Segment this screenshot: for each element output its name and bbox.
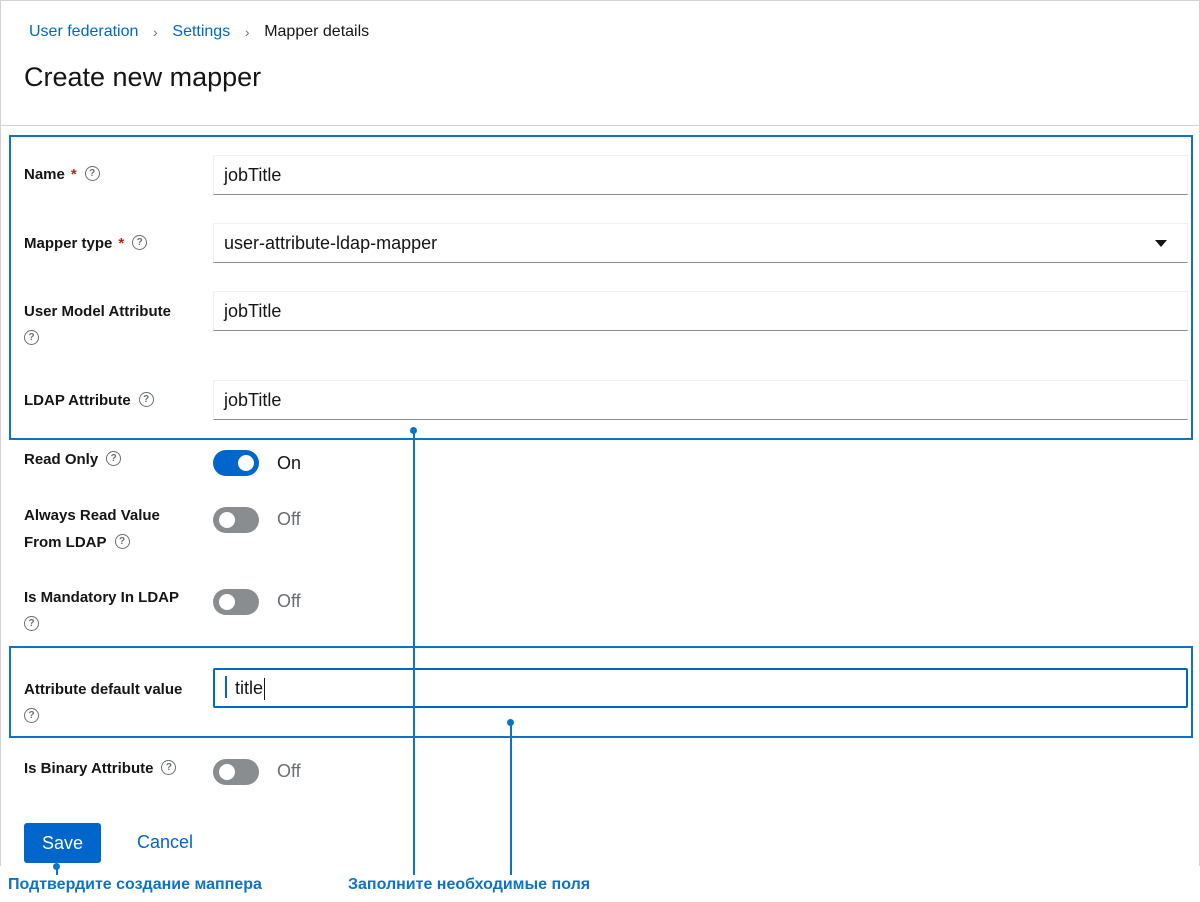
read-only-state: On	[277, 453, 302, 473]
is-binary-toggle[interactable]	[213, 759, 259, 785]
always-read-value-label: Always Read Value From LDAP?	[24, 502, 160, 556]
is-mandatory-label: Is Mandatory In LDAP ?	[24, 584, 179, 638]
read-only-label-text: Read Only	[24, 451, 99, 468]
always-read-value-toggle[interactable]	[213, 507, 259, 533]
toggle-knob	[219, 764, 235, 780]
header-divider	[0, 125, 1200, 126]
is-binary-label-text: Is Binary Attribute	[24, 760, 154, 777]
annotation-confirm-text: Подтвердите создание маппера	[8, 876, 262, 893]
annotation-line	[56, 866, 58, 875]
toggle-knob	[238, 455, 254, 471]
is-mandatory-state: Off	[277, 591, 301, 611]
breadcrumb-user-federation[interactable]: User federation	[29, 23, 138, 41]
save-button[interactable]: Save	[24, 823, 101, 863]
help-icon[interactable]: ?	[161, 759, 177, 775]
annotation-line	[510, 723, 512, 875]
cancel-button[interactable]: Cancel	[137, 832, 193, 853]
breadcrumb-separator-icon: ›	[153, 24, 158, 40]
breadcrumb-separator-icon: ›	[244, 24, 250, 40]
toggle-knob	[219, 594, 235, 610]
annotation-line	[413, 431, 415, 875]
always-read-value-label-line2: From LDAP	[24, 534, 107, 551]
help-icon[interactable]: ?	[114, 533, 130, 549]
help-icon[interactable]: ?	[106, 450, 122, 466]
breadcrumb-settings[interactable]: Settings	[172, 23, 230, 41]
read-only-toggle[interactable]	[213, 450, 259, 476]
always-read-value-state: Off	[277, 509, 301, 529]
is-mandatory-label-text: Is Mandatory In LDAP	[24, 589, 180, 606]
is-mandatory-toggle[interactable]	[213, 589, 259, 615]
annotation-fill-fields-text: Заполните необходимые поля	[348, 876, 591, 893]
breadcrumb-current: Mapper details	[264, 23, 370, 40]
help-icon[interactable]: ?	[24, 615, 39, 631]
read-only-label: Read Only?	[24, 446, 122, 473]
annotation-box-default-value	[9, 646, 1193, 738]
page-title: Create new mapper	[24, 62, 262, 92]
is-binary-label: Is Binary Attribute?	[24, 755, 177, 782]
is-binary-state: Off	[277, 761, 301, 781]
always-read-value-label-line1: Always Read Value	[24, 507, 160, 524]
breadcrumb: User federation › Settings › Mapper deta…	[29, 22, 369, 42]
toggle-knob	[219, 512, 235, 528]
annotation-box-required-fields	[9, 135, 1193, 440]
